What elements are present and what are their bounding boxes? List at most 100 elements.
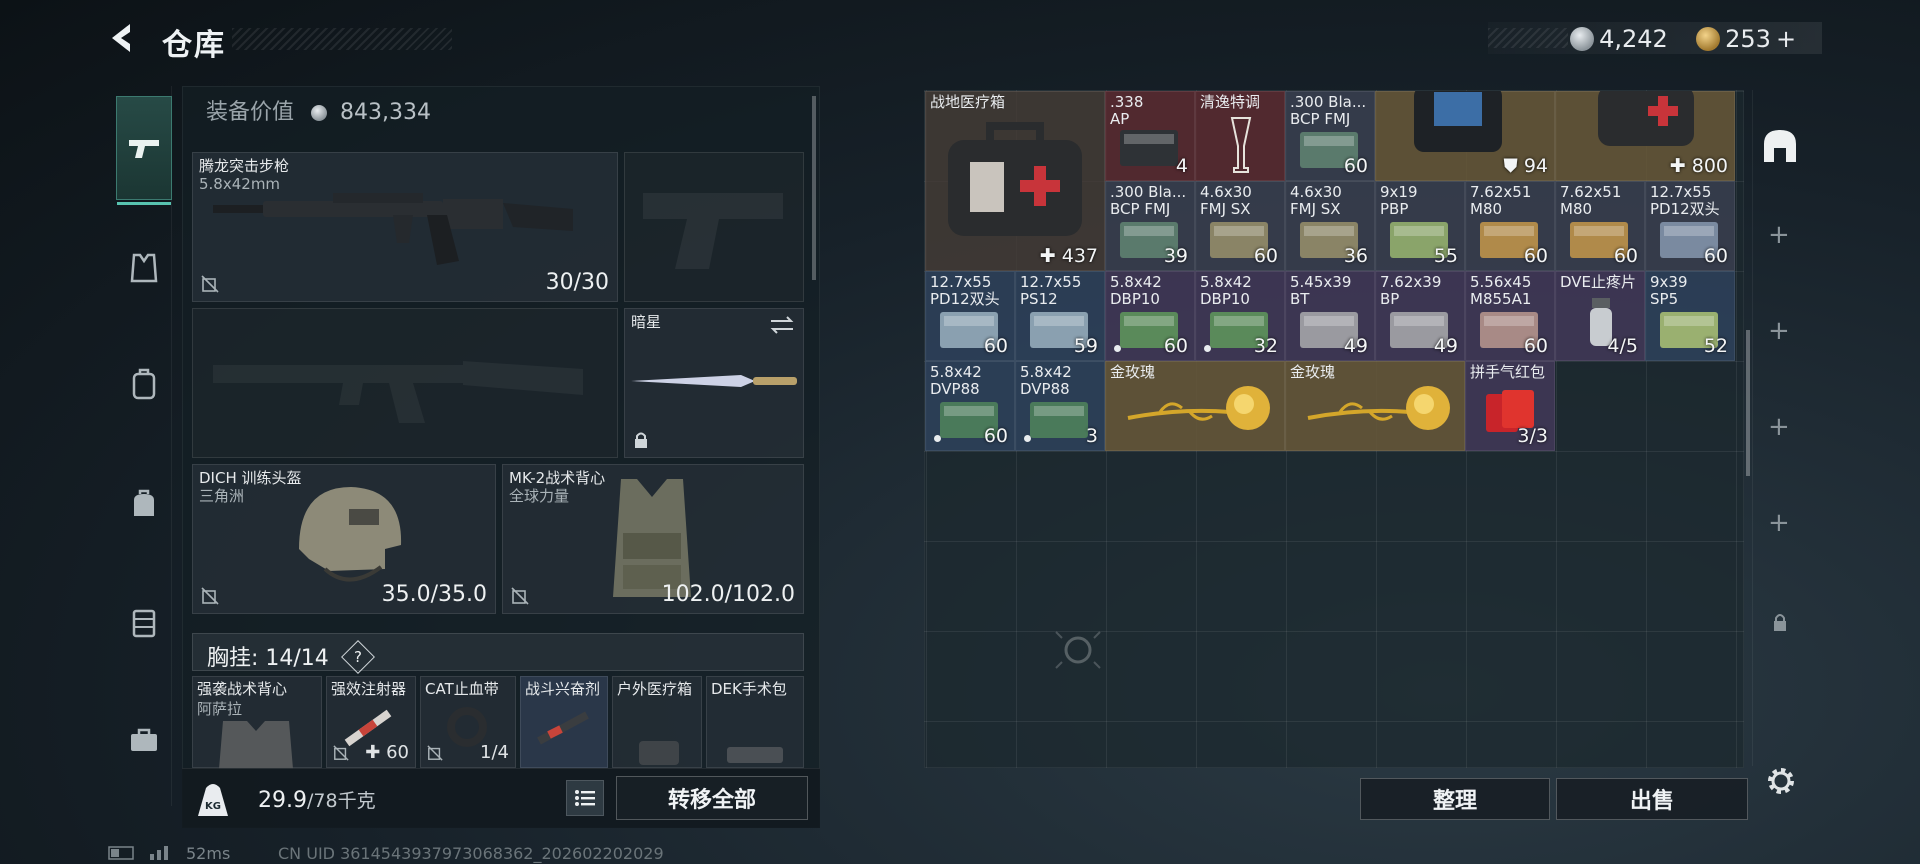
item-count: 36 [1343, 245, 1368, 267]
warehouse-item[interactable]: 金玫瑰 [1105, 361, 1285, 451]
secondary-weapon-slot[interactable] [192, 308, 618, 458]
nav-armor[interactable] [116, 236, 172, 300]
warehouse-scrollbar[interactable] [1746, 330, 1750, 476]
case-icon [132, 609, 156, 638]
item-count: 3 [1085, 425, 1098, 447]
item-subname: FMJ SX [1290, 200, 1341, 218]
melee-slot[interactable]: 暗星 [624, 308, 804, 458]
plus-icon: ✚ [1669, 155, 1692, 177]
chest-item-name: 强效注射器 [331, 680, 407, 698]
nav-weapons[interactable] [116, 96, 172, 205]
help-glyph: ? [353, 648, 362, 666]
warehouse-item[interactable]: 清逸特调 [1195, 91, 1285, 181]
list-icon [575, 790, 595, 806]
add-tab-plus-icon[interactable]: + [1768, 220, 1790, 250]
armor-vest-icon [130, 253, 158, 283]
carry-weight-current: 29.9 [258, 788, 307, 813]
primary-weapon-slot[interactable]: 腾龙突击步枪 5.8x42mm 30/30 [192, 152, 618, 302]
warehouse-item[interactable]: 9x39 SP5 52 [1645, 271, 1735, 361]
warehouse-item[interactable]: 5.45x39 BT 49 [1285, 271, 1375, 361]
nav-toolbox[interactable] [116, 708, 172, 772]
warehouse-item[interactable]: 战地医疗箱 ✚ 437 [925, 91, 1105, 271]
warehouse-item[interactable]: 4.6x30 FMJ SX 60 [1195, 181, 1285, 271]
item-subname: M80 [1470, 200, 1503, 218]
warehouse-item[interactable]: 拼手气红包 3/3 [1465, 361, 1555, 451]
sell-button[interactable]: 出售 [1556, 778, 1748, 820]
chest-item[interactable]: 户外医疗箱 [612, 676, 702, 768]
lock-icon[interactable] [1772, 612, 1788, 632]
item-subname: PD12双头 [1650, 200, 1720, 218]
chest-item[interactable]: DEK手术包 [706, 676, 804, 768]
rifle-silhouette-icon [213, 361, 583, 423]
warehouse-item[interactable]: 12.7x55 PD12双头 60 [1645, 181, 1735, 271]
warehouse-item[interactable]: .300 Bla... BCP FMJ 39 [1105, 181, 1195, 271]
item-subname: SP5 [1650, 290, 1679, 308]
warehouse-home-icon[interactable] [1760, 126, 1800, 166]
lock-icon [635, 432, 647, 448]
chest-item[interactable]: 强袭战术背心 阿萨拉 [192, 676, 322, 769]
item-count: 60 [1253, 245, 1278, 267]
equipment-scrollbar[interactable] [812, 96, 816, 280]
no-link-icon [333, 745, 349, 761]
warehouse-item[interactable]: 9x19 PBP 55 [1375, 181, 1465, 271]
item-name: 12.7x55 [930, 273, 992, 291]
nav-backpack[interactable] [116, 352, 172, 416]
list-view-button[interactable] [566, 780, 604, 816]
settings-gear-icon[interactable] [1764, 764, 1798, 798]
warehouse-item[interactable]: .338 AP 4 [1105, 91, 1195, 181]
weight-icon: KG [198, 784, 228, 816]
sort-button[interactable]: 整理 [1360, 778, 1550, 820]
signal-icon [150, 846, 168, 860]
add-currency-button[interactable]: + [1776, 25, 1796, 53]
warehouse-item[interactable]: ✚ 800 [1555, 91, 1735, 181]
item-subname: BP [1380, 290, 1400, 308]
item-count: 55 [1433, 245, 1458, 267]
vest-slot[interactable]: MK-2战术背心 全球力量 102.0/102.0 [502, 464, 804, 614]
item-name: 5.56x45 [1470, 273, 1532, 291]
add-tab-plus-icon[interactable]: + [1768, 412, 1790, 442]
warehouse-item[interactable]: 金玫瑰 [1285, 361, 1465, 451]
warehouse-item[interactable]: 5.8x42 DVP88 3 [1015, 361, 1105, 451]
warehouse-item[interactable]: 7.62x39 BP 49 [1375, 271, 1465, 361]
warehouse-item[interactable]: 5.8x42 DVP88 60 [925, 361, 1015, 451]
transfer-all-button[interactable]: 转移全部 [616, 776, 808, 820]
warehouse-item[interactable]: 5.8x42 DBP10 32 [1195, 271, 1285, 361]
back-arrow-icon[interactable] [104, 20, 140, 56]
add-tab-plus-icon[interactable]: + [1768, 316, 1790, 346]
tracer-dot [1024, 435, 1031, 442]
warehouse-item[interactable]: 4.6x30 FMJ SX 36 [1285, 181, 1375, 271]
item-name: 5.8x42 [1200, 273, 1252, 291]
chest-item-name: 户外医疗箱 [617, 680, 693, 698]
warehouse-item[interactable]: DVE止疼片 4/5 [1555, 271, 1645, 361]
helmet-slot[interactable]: DICH 训练头盔 三角洲 35.0/35.0 [192, 464, 496, 614]
nav-case[interactable] [116, 590, 172, 654]
add-tab-plus-icon[interactable]: + [1768, 508, 1790, 538]
item-name: 5.8x42 [1020, 363, 1072, 381]
help-icon[interactable]: ? [340, 640, 375, 674]
pistol-silhouette-icon [643, 193, 783, 269]
swap-icon[interactable] [769, 315, 795, 335]
warehouse-item[interactable]: ⛊ 94 [1375, 91, 1555, 181]
chest-rig-label: 胸挂: 14/14 [207, 646, 329, 671]
chest-item[interactable]: CAT止血带 1/4 [420, 676, 516, 768]
item-subname: M80 [1560, 200, 1593, 218]
chest-item-name: CAT止血带 [425, 680, 499, 698]
chest-item[interactable]: 战斗兴奋剂 [520, 676, 608, 768]
chest-item[interactable]: 强效注射器 ✚ 60 [326, 676, 416, 768]
warehouse-item[interactable]: 12.7x55 PD12双头 60 [925, 271, 1015, 361]
equipment-value-amount: 843,334 [340, 100, 431, 125]
warehouse-item[interactable]: 5.8x42 DBP10 60 [1105, 271, 1195, 361]
helmet-icon [299, 487, 402, 582]
item-name: 4.6x30 [1290, 183, 1342, 201]
chest-rig-header[interactable]: 胸挂: 14/14 ? [192, 633, 804, 674]
pistol-slot[interactable] [624, 152, 804, 302]
nav-bag[interactable] [116, 472, 172, 536]
ammo-box-icon [1030, 402, 1088, 438]
warehouse-item[interactable]: 7.62x51 M80 60 [1465, 181, 1555, 271]
warehouse-item[interactable]: 12.7x55 PS12 59 [1015, 271, 1105, 361]
first-aid-kit-icon [1598, 91, 1694, 146]
silver-coin-icon [1570, 27, 1594, 51]
warehouse-item[interactable]: 7.62x51 M80 60 [1555, 181, 1645, 271]
warehouse-item[interactable]: .300 Bla... BCP FMJ 60 [1285, 91, 1375, 181]
warehouse-item[interactable]: 5.56x45 M855A1 60 [1465, 271, 1555, 361]
